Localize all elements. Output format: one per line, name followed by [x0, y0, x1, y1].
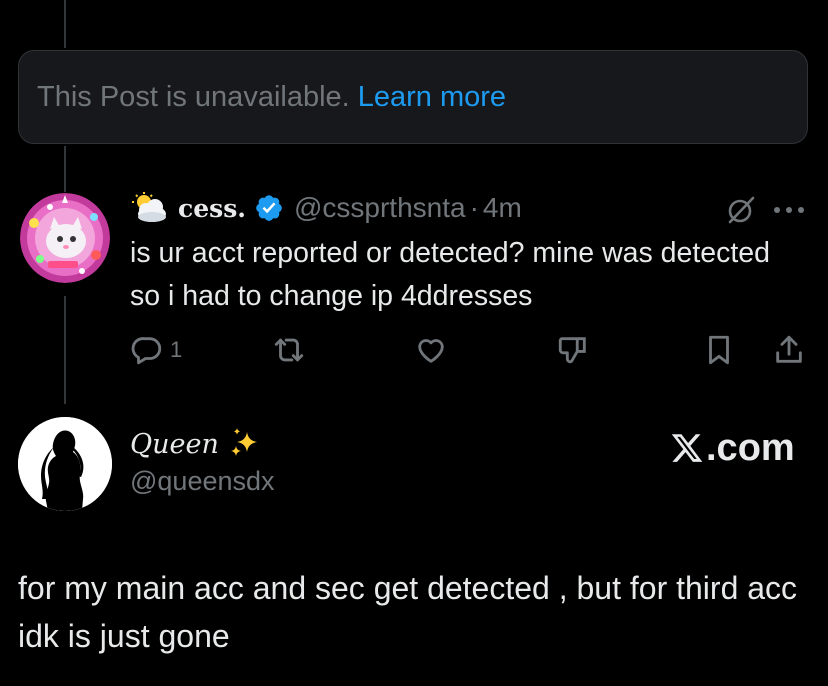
repost-button[interactable]: [272, 330, 306, 370]
author-handle[interactable]: @queensdx: [130, 466, 275, 497]
reply-count: 1: [170, 337, 183, 362]
like-button[interactable]: [414, 330, 448, 370]
thread-connector: [64, 146, 66, 192]
grok-icon[interactable]: [726, 195, 756, 225]
x-logo-icon: [671, 434, 703, 462]
reply-icon: [131, 337, 162, 365]
bookmark-button[interactable]: [702, 330, 736, 370]
x-com-watermark: .com: [670, 426, 795, 470]
heart-icon: [418, 339, 444, 363]
repost-icon: [274, 338, 304, 362]
avatar-image: [18, 417, 112, 511]
bookmark-icon: [709, 335, 729, 365]
more-options-icon[interactable]: [772, 206, 806, 214]
unavailable-post-notice: This Post is unavailable. Learn more: [18, 50, 808, 144]
reply-header: cess. @cssprthsnta · 4m: [130, 188, 522, 228]
unavailable-text: This Post is unavailable.: [37, 80, 350, 113]
sparkles-icon: [230, 428, 257, 456]
handle[interactable]: @cssprthsnta: [294, 192, 466, 224]
timestamp[interactable]: 4m: [483, 192, 522, 224]
separator-dot: ·: [469, 192, 479, 223]
verified-badge-icon: [256, 195, 282, 221]
avatar[interactable]: [20, 193, 110, 283]
thread-connector: [64, 0, 66, 48]
reply-button[interactable]: 1: [130, 330, 182, 370]
sun-behind-cloud-icon: [132, 192, 166, 222]
x-com-text: .com: [706, 426, 795, 469]
tweet-screenshot: This Post is unavailable. Learn more ces…: [0, 0, 828, 686]
share-button[interactable]: [772, 330, 806, 370]
share-icon: [776, 335, 802, 363]
downvote-button[interactable]: [556, 330, 590, 370]
learn-more-link[interactable]: Learn more: [358, 81, 506, 114]
post-text: for my main acc and sec get detected , b…: [18, 570, 798, 654]
thumbs-down-icon: [558, 337, 586, 364]
action-bar: 1: [0, 330, 828, 370]
display-name[interactable]: cess.: [178, 194, 246, 223]
avatar-image: [20, 193, 110, 283]
avatar[interactable]: [18, 417, 112, 511]
reply-text: is ur acct reported or detected? mine wa…: [130, 237, 771, 312]
author-display-name[interactable]: Queen: [130, 429, 219, 460]
author-name-row: Queen: [130, 424, 263, 464]
